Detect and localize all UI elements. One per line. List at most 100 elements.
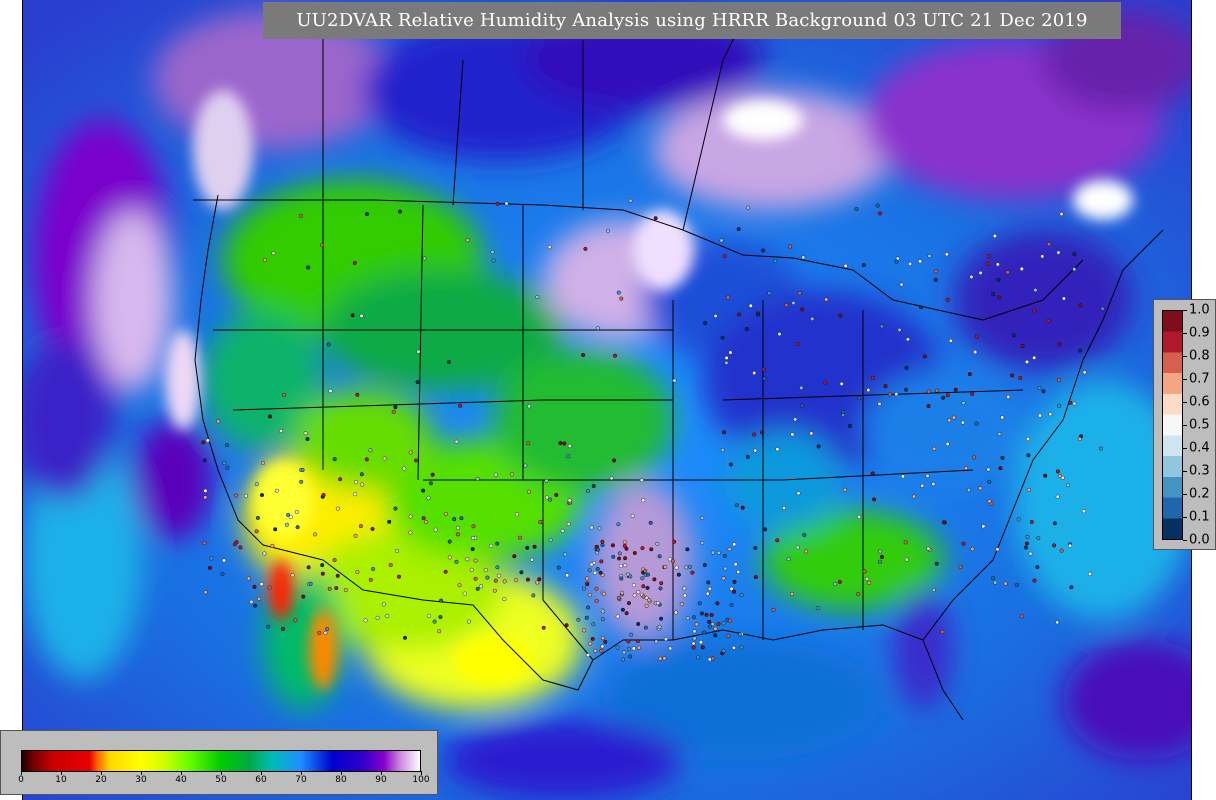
station-dot: [668, 646, 673, 651]
station-dot: [1055, 494, 1060, 499]
station-dot: [767, 291, 772, 296]
station-dot: [732, 579, 737, 584]
increment-colorbar: [1162, 310, 1183, 540]
station-dot: [414, 458, 419, 463]
rh-tick-label: 80: [335, 775, 347, 785]
station-dot: [527, 489, 532, 494]
station-dot: [934, 388, 939, 393]
station-dot: [737, 312, 742, 317]
station-dot: [512, 554, 517, 559]
rh-tick-label: 0: [18, 775, 24, 785]
station-dot: [525, 545, 530, 550]
station-dot: [978, 270, 983, 275]
station-dot: [301, 594, 306, 599]
station-dot: [403, 635, 408, 640]
station-dot: [644, 603, 649, 608]
station-dot: [721, 576, 726, 581]
station-dot: [1100, 306, 1105, 311]
station-dot: [926, 389, 931, 394]
station-dot: [658, 656, 663, 661]
station-dot: [970, 547, 975, 552]
station-dot: [221, 558, 226, 563]
station-dot: [271, 251, 276, 256]
station-dot: [566, 521, 571, 526]
station-dot: [201, 440, 206, 445]
increment-tick-label: 0.6: [1189, 394, 1210, 410]
station-dot: [973, 350, 978, 355]
station-dot: [615, 645, 620, 650]
station-dot: [594, 586, 599, 591]
station-dot: [257, 596, 262, 601]
station-dot: [837, 579, 842, 584]
station-dot: [299, 479, 304, 484]
station-dot: [600, 543, 605, 548]
station-dot: [353, 492, 358, 497]
station-dot: [222, 461, 227, 466]
increment-tick-label: 0.9: [1189, 325, 1210, 341]
station-dot: [697, 601, 702, 606]
station-dot: [752, 432, 757, 437]
station-dot: [753, 575, 758, 580]
station-dot: [1069, 585, 1074, 590]
station-dot: [332, 457, 337, 462]
station-dot: [566, 454, 571, 459]
station-dot: [388, 563, 393, 568]
station-dot: [904, 366, 909, 371]
station-dot: [454, 559, 459, 564]
station-dot: [515, 512, 520, 517]
station-dot: [771, 607, 776, 612]
station-dot: [556, 565, 561, 570]
station-dot: [438, 615, 443, 620]
increment-tick-label: 0.5: [1189, 417, 1210, 433]
station-dot: [363, 618, 368, 623]
station-dot: [262, 258, 267, 263]
station-dot: [439, 598, 444, 603]
station-dot: [432, 619, 437, 624]
station-dot: [732, 542, 737, 547]
station-dot: [1026, 487, 1031, 492]
station-dot: [471, 524, 476, 529]
station-dot: [313, 532, 318, 537]
rh-tick-label: 90: [375, 775, 387, 785]
station-dot: [640, 576, 645, 581]
station-dot: [802, 533, 807, 538]
station-dot: [713, 314, 718, 319]
station-dot: [877, 401, 882, 406]
station-dot: [719, 238, 724, 243]
station-dot: [266, 624, 271, 629]
station-dot: [875, 203, 880, 208]
station-dot: [815, 606, 820, 611]
station-dot: [628, 198, 633, 203]
station-dot: [662, 656, 667, 661]
station-dot: [473, 558, 478, 563]
station-dot: [713, 626, 718, 631]
station-dot: [491, 258, 496, 263]
station-dot: [1024, 541, 1029, 546]
station-dot: [582, 628, 587, 633]
station-dot: [908, 261, 913, 266]
station-dot: [841, 410, 846, 415]
station-dot: [763, 527, 768, 532]
station-dot: [589, 562, 594, 567]
station-dot: [457, 583, 462, 588]
station-dot: [716, 550, 721, 555]
station-dot: [284, 522, 289, 527]
station-dot: [1065, 483, 1070, 488]
station-dot: [510, 472, 515, 477]
station-dot: [458, 403, 463, 408]
station-dot: [306, 265, 311, 270]
station-dot: [736, 227, 741, 232]
station-dot: [1048, 412, 1053, 417]
station-dot: [479, 584, 484, 589]
station-dot: [944, 252, 949, 257]
station-dot: [796, 491, 801, 496]
station-dot: [259, 582, 264, 587]
station-dot: [523, 463, 528, 468]
station-dot: [469, 567, 474, 572]
station-dot: [940, 629, 945, 634]
station-dot: [991, 576, 996, 581]
rh-tick-label: 10: [55, 775, 67, 785]
station-dot: [883, 384, 888, 389]
station-dot: [495, 565, 500, 570]
station-dot: [352, 261, 357, 266]
